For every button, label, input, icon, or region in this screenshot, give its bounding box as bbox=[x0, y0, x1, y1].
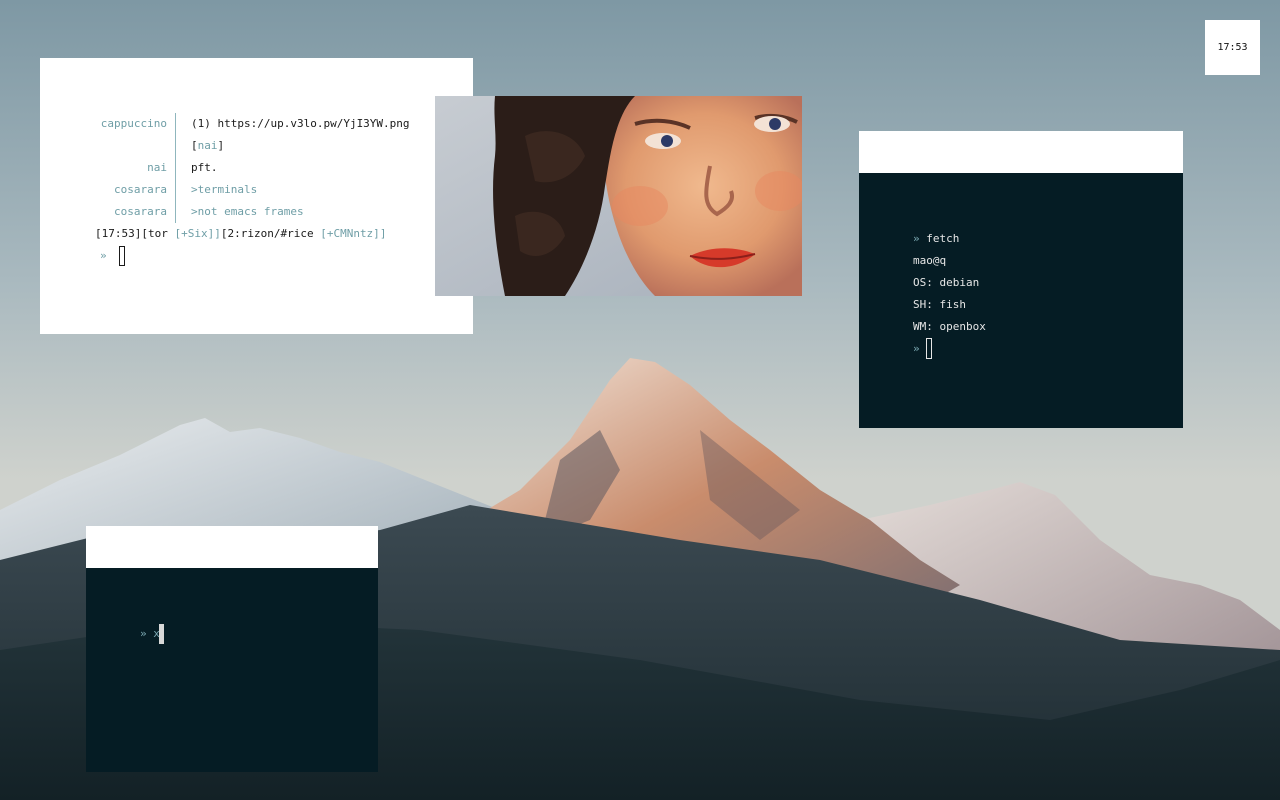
irc-message-row: [nai] bbox=[40, 135, 473, 157]
terminal-prompt: » x bbox=[140, 627, 160, 640]
irc-separator bbox=[175, 157, 176, 179]
clock-time: 17:53 bbox=[1217, 42, 1248, 53]
irc-separator bbox=[175, 135, 176, 157]
irc-message-text: >not emacs frames bbox=[191, 205, 304, 218]
terminal-cursor[interactable] bbox=[159, 624, 164, 644]
irc-message-text: [nai] bbox=[191, 135, 224, 157]
status-channel-mode: [+CMNntz] bbox=[320, 227, 380, 240]
irc-message-row: cappuccino (1) https://up.v3lo.pw/YjI3YW… bbox=[40, 113, 473, 135]
desktop: 17:53 cappuccino (1) https://up.v3lo.pw/… bbox=[0, 0, 1280, 800]
irc-separator bbox=[175, 201, 176, 223]
clock-widget: 17:53 bbox=[1205, 20, 1260, 75]
irc-message-text: pft. bbox=[191, 161, 218, 174]
terminal-line: OS: debian bbox=[913, 276, 980, 289]
terminal-cursor[interactable] bbox=[926, 338, 932, 359]
irc-input-cursor[interactable] bbox=[119, 246, 125, 266]
terminal-line: SH: fish bbox=[913, 298, 966, 311]
terminal-line: mao@q bbox=[913, 254, 947, 267]
status-channel: [2:rizon/#rice bbox=[220, 227, 314, 240]
prompt-icon: » bbox=[913, 232, 920, 245]
terminal-titlebar[interactable] bbox=[86, 526, 378, 568]
irc-separator bbox=[175, 113, 176, 135]
irc-nick: cappuccino bbox=[100, 117, 167, 130]
terminal-prompt-line: » bbox=[913, 338, 920, 360]
irc-nick: cosarara bbox=[114, 205, 167, 218]
terminal-line: » fetch bbox=[913, 228, 959, 250]
irc-message-text: (1) https://up.v3lo.pw/YjI3YW.png bbox=[191, 117, 410, 130]
irc-bracket-close: ] bbox=[217, 139, 225, 152]
irc-separator bbox=[175, 179, 176, 201]
fetch-terminal-window[interactable]: » fetch mao@q OS: debian SH: fish WM: op… bbox=[859, 131, 1183, 428]
terminal-window[interactable]: » x bbox=[86, 526, 378, 772]
prompt-icon: » bbox=[913, 342, 920, 355]
irc-message-row: nai pft. bbox=[40, 157, 473, 179]
irc-window[interactable]: cappuccino (1) https://up.v3lo.pw/YjI3YW… bbox=[40, 58, 473, 334]
irc-nick: cosarara bbox=[114, 183, 167, 196]
status-close: ] bbox=[379, 227, 387, 240]
terminal-titlebar[interactable] bbox=[859, 131, 1183, 173]
irc-prompt-icon: » bbox=[100, 249, 107, 262]
terminal-line: WM: openbox bbox=[913, 320, 986, 333]
irc-nick: nai bbox=[147, 161, 167, 174]
terminal-command: fetch bbox=[919, 232, 960, 245]
status-user-mode: [+Six] bbox=[174, 227, 215, 240]
status-time: [17:53] bbox=[95, 227, 142, 240]
portrait-image bbox=[435, 96, 802, 296]
irc-message-text: >terminals bbox=[191, 183, 258, 196]
status-close: ] bbox=[214, 227, 221, 240]
irc-bracket-open: [ bbox=[191, 139, 198, 152]
portrait-painting bbox=[435, 96, 802, 296]
status-network: [tor bbox=[141, 227, 168, 240]
irc-nick-mention: nai bbox=[197, 139, 218, 152]
irc-status-bar: [17:53][tor [+Six]][2:rizon/#rice [+CMNn… bbox=[95, 223, 386, 245]
irc-message-row: cosarara >terminals bbox=[40, 179, 473, 201]
irc-message-row: cosarara >not emacs frames bbox=[40, 201, 473, 223]
